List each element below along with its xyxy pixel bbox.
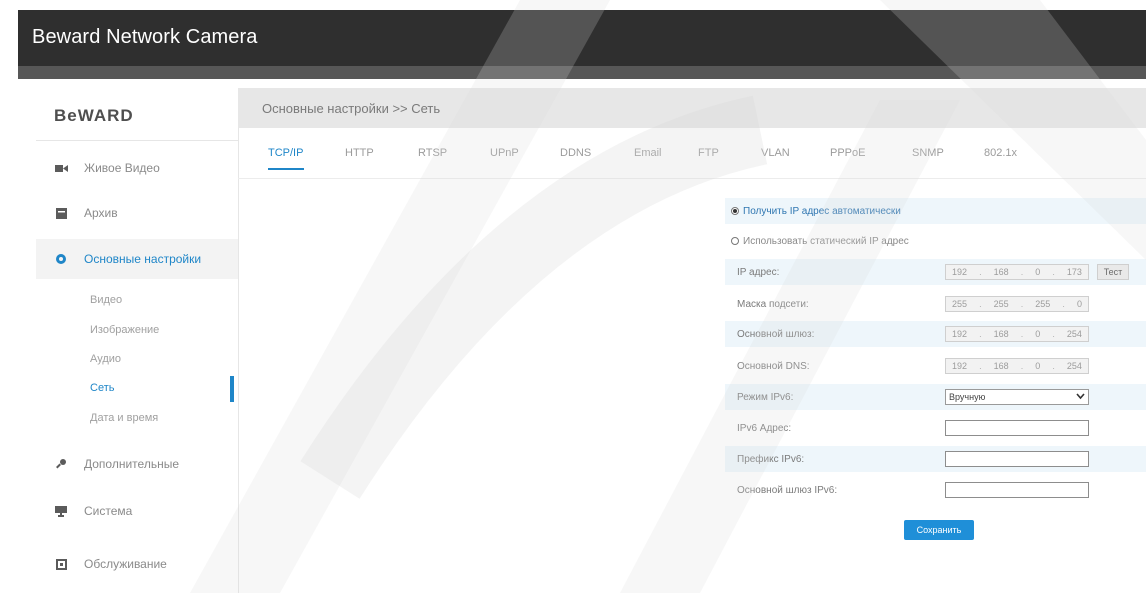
ipv6-prefix-label: Префикс IPv6: — [737, 453, 805, 465]
ip-octet: 0 — [1035, 267, 1041, 277]
dns-input[interactable]: 192. 168. 0. 254 — [945, 358, 1089, 374]
subnav-item-audio[interactable]: Аудио — [90, 353, 121, 365]
maintenance-icon — [54, 557, 68, 571]
ipv6-address-label: IPv6 Адрес: — [737, 422, 792, 434]
ipv6-gateway-input[interactable] — [945, 482, 1089, 498]
tab-http[interactable]: HTTP — [345, 147, 374, 159]
ip-octet: 173 — [1066, 267, 1082, 277]
sidebar-item-label: Обслуживание — [84, 557, 167, 571]
subnet-mask-input[interactable]: 255. 255. 255. 0 — [945, 296, 1089, 312]
sidebar-item-label: Живое Видео — [84, 161, 160, 175]
subnav-item-date-time[interactable]: Дата и время — [90, 412, 158, 424]
subnav-item-image[interactable]: Изображение — [90, 324, 159, 336]
page-header: Основные настройки >> Сеть — [238, 88, 1146, 128]
sidebar: BeWARD Живое Видео Архив Основные настро… — [36, 88, 239, 593]
ip-octet: 192 — [952, 361, 968, 371]
app-title: Beward Network Camera — [32, 26, 258, 48]
tab-8021x[interactable]: 802.1x — [984, 147, 1017, 159]
ip-octet: 168 — [993, 267, 1009, 277]
dns-label: Основной DNS: — [737, 360, 810, 372]
ipv6-mode-row: Режим IPv6: Вручную — [725, 384, 1146, 410]
ip-octet: 192 — [952, 267, 968, 277]
tab-ddns[interactable]: DDNS — [560, 147, 591, 159]
ipv6-gateway-label: Основной шлюз IPv6: — [737, 484, 838, 496]
ipv6-mode-label: Режим IPv6: — [737, 391, 794, 403]
save-button[interactable]: Сохранить — [904, 520, 974, 540]
ipv6-address-input[interactable] — [945, 420, 1089, 436]
sidebar-item-basic-settings[interactable]: Основные настройки — [36, 239, 238, 279]
ipv6-gateway-row: Основной шлюз IPv6: — [725, 477, 1146, 503]
tab-snmp[interactable]: SNMP — [912, 147, 944, 159]
radio-dhcp-row[interactable]: Получить IP адрес автоматически — [725, 198, 1146, 224]
ip-address-input[interactable]: 192. 168. 0. 173 — [945, 264, 1089, 280]
ipv6-mode-value: Вручную — [949, 392, 986, 402]
active-item-marker — [230, 376, 234, 402]
ip-octet: 255 — [952, 299, 968, 309]
subnav-item-network[interactable]: Сеть — [90, 382, 114, 394]
ip-octet: 192 — [952, 329, 968, 339]
radio-static-label: Использовать статический IP адрес — [743, 235, 909, 247]
ip-octet: 254 — [1066, 329, 1082, 339]
monitor-icon — [54, 504, 68, 518]
brand-logo: BeWARD — [54, 106, 134, 125]
subnav-item-video[interactable]: Видео — [90, 294, 122, 306]
ipv6-mode-select[interactable]: Вручную — [945, 389, 1089, 405]
ip-octet: 0 — [1035, 361, 1041, 371]
tab-vlan[interactable]: VLAN — [761, 147, 790, 159]
gateway-label: Основной шлюз: — [737, 328, 815, 340]
radio-static-row[interactable]: Использовать статический IP адрес — [725, 228, 1146, 254]
ip-octet: 254 — [1066, 361, 1082, 371]
ip-address-row: IP адрес: 192. 168. 0. 173 Тест — [725, 259, 1146, 285]
radio-static[interactable] — [731, 237, 739, 245]
network-tabs: TCP/IP HTTP RTSP UPnP DDNS Email FTP VLA… — [238, 128, 1146, 179]
ip-octet: 255 — [993, 299, 1009, 309]
sidebar-item-advanced[interactable]: Дополнительные — [36, 444, 238, 484]
sidebar-item-label: Дополнительные — [84, 457, 179, 471]
ipv6-prefix-input[interactable] — [945, 451, 1089, 467]
tab-ftp[interactable]: FTP — [698, 147, 719, 159]
dns-row: Основной DNS: 192. 168. 0. 254 — [725, 353, 1146, 379]
ip-address-label: IP адрес: — [737, 266, 780, 278]
gateway-input[interactable]: 192. 168. 0. 254 — [945, 326, 1089, 342]
test-button[interactable]: Тест — [1097, 264, 1129, 280]
gear-icon — [54, 252, 68, 266]
ipv6-prefix-row: Префикс IPv6: — [725, 446, 1146, 472]
radio-dhcp[interactable] — [731, 207, 739, 215]
chevron-down-icon — [1076, 391, 1085, 403]
ip-octet: 255 — [1035, 299, 1051, 309]
tab-email[interactable]: Email — [634, 147, 662, 159]
subnet-mask-row: Маска подсети: 255. 255. 255. 0 — [725, 291, 1146, 317]
tab-upnp[interactable]: UPnP — [490, 147, 519, 159]
title-subbar — [18, 66, 1146, 79]
tab-tcpip[interactable]: TCP/IP — [268, 147, 303, 159]
subnet-mask-label: Маска подсети: — [737, 298, 809, 310]
sidebar-item-system[interactable]: Система — [36, 491, 238, 531]
ip-octet: 0 — [1035, 329, 1041, 339]
sidebar-item-maintenance[interactable]: Обслуживание — [36, 544, 238, 584]
radio-dhcp-label: Получить IP адрес автоматически — [743, 205, 901, 217]
active-tab-underline — [268, 168, 304, 170]
archive-icon — [54, 206, 68, 220]
ip-octet: 168 — [993, 329, 1009, 339]
tools-icon — [54, 457, 68, 471]
logo-divider — [36, 140, 238, 141]
tab-rtsp[interactable]: RTSP — [418, 147, 447, 159]
app-titlebar: Beward Network Camera — [18, 10, 1146, 66]
sidebar-item-label: Архив — [84, 206, 118, 220]
ip-octet: 0 — [1076, 299, 1082, 309]
tab-pppoe[interactable]: PPPoE — [830, 147, 865, 159]
video-camera-icon — [54, 161, 68, 175]
sidebar-item-live-video[interactable]: Живое Видео — [36, 148, 238, 188]
ipv6-address-row: IPv6 Адрес: — [725, 415, 1146, 441]
sidebar-item-label: Система — [84, 504, 133, 518]
page-title: Основные настройки >> Сеть — [262, 101, 441, 116]
sidebar-item-archive[interactable]: Архив — [36, 193, 238, 233]
sidebar-item-label: Основные настройки — [84, 252, 202, 266]
ip-octet: 168 — [993, 361, 1009, 371]
gateway-row: Основной шлюз: 192. 168. 0. 254 — [725, 321, 1146, 347]
